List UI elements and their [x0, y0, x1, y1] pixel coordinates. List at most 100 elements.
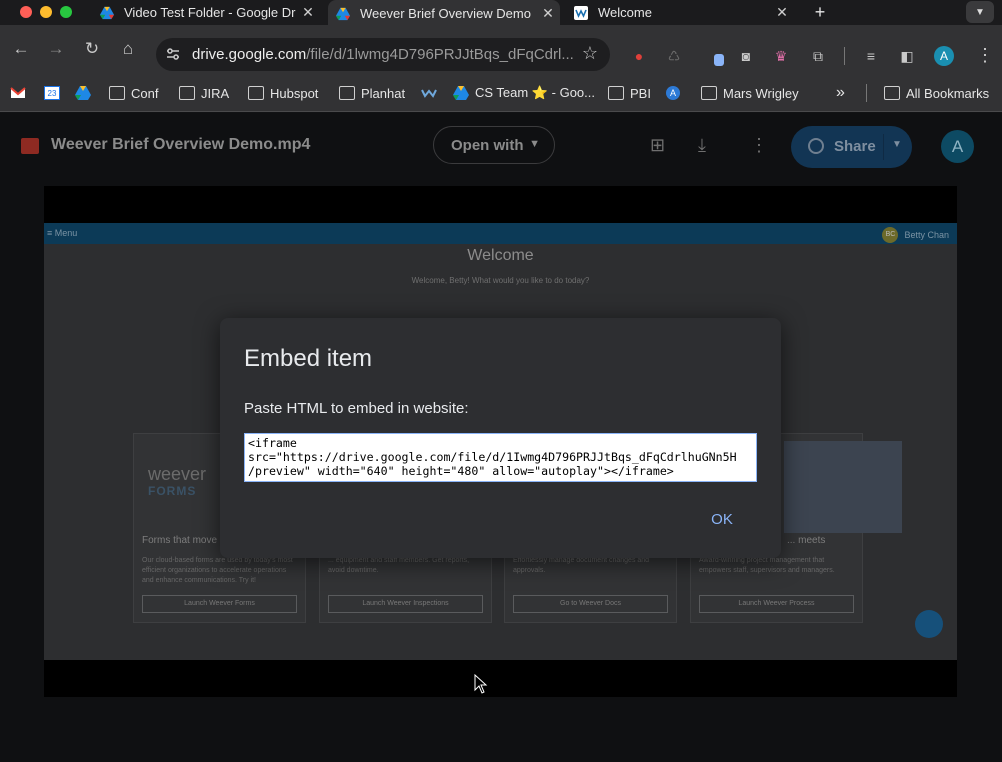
folder-icon — [248, 86, 264, 100]
profile-avatar[interactable]: A — [934, 46, 954, 66]
share-label: Share — [834, 138, 876, 155]
bookmark-folder-jira[interactable]: JIRA — [179, 84, 229, 102]
folder-icon — [884, 86, 900, 100]
extension-camera-icon[interactable]: ◙ — [737, 47, 755, 65]
calendar-icon: 23 — [44, 86, 60, 100]
site-settings-icon[interactable] — [165, 46, 181, 62]
extensions-puzzle-icon[interactable]: ⧉ — [809, 47, 827, 65]
frame-welcome-subtitle: Welcome, Betty! What would you like to d… — [411, 276, 590, 285]
open-with-label: Open with — [451, 137, 524, 154]
bookmark-star-icon[interactable]: ☆ — [582, 43, 598, 64]
bookmark-all-bookmarks[interactable]: All Bookmarks — [884, 84, 989, 102]
back-arrow-icon[interactable]: ← — [11, 39, 31, 59]
bookmark-label: Hubspot — [270, 85, 319, 101]
embed-item-dialog: Embed item Paste HTML to embed in websit… — [220, 318, 781, 558]
tab-strip: Video Test Folder - Google Dr ✕ Weever B… — [0, 0, 1002, 27]
frame-card-text: Award-winning project management that em… — [699, 557, 835, 574]
weever-icon — [574, 5, 588, 20]
bookmark-calendar[interactable]: 23 — [44, 84, 66, 102]
frame-card-button: Launch Weever Forms — [142, 595, 297, 613]
frame-help-icon — [915, 610, 943, 638]
close-tab-icon[interactable]: ✕ — [300, 4, 316, 21]
extension-recycle-icon[interactable]: ♺ — [665, 47, 683, 65]
bookmark-folder-pbi[interactable]: PBI — [608, 84, 651, 102]
bookmarks-bar: 23 Conf JIRA Hubspot Planhat CS Team ⭐ -… — [0, 74, 1002, 112]
side-panel-icon[interactable]: ◧ — [898, 47, 916, 65]
open-with-button[interactable]: Open with ▼ — [433, 126, 555, 164]
tab-weever-brief-overview[interactable]: Weever Brief Overview Demo ✕ — [328, 0, 560, 27]
video-letterbox-top — [44, 186, 957, 223]
home-icon[interactable]: ⌂ — [118, 39, 138, 59]
frame-card-title: ... meets — [787, 535, 826, 546]
extension-lips-icon[interactable]: ● — [630, 47, 648, 65]
bookmark-label: JIRA — [201, 85, 230, 101]
browser-toolbar: ← → ↻ ⌂ drive.google.com/file/d/1lwmg4D7… — [0, 25, 1002, 74]
minimize-window-button[interactable] — [40, 6, 52, 18]
caret-down-icon[interactable]: ▼ — [892, 139, 902, 150]
caret-down-icon: ▼ — [529, 138, 540, 150]
mouse-cursor-icon — [474, 674, 488, 694]
toolbar-divider — [844, 47, 845, 65]
bookmark-azure[interactable]: A — [666, 84, 686, 102]
share-button[interactable]: Share ▼ — [791, 126, 912, 168]
google-drive-icon — [75, 86, 91, 100]
address-bar[interactable]: drive.google.com/file/d/1lwmg4D796PRJJtB… — [156, 38, 610, 71]
forward-arrow-icon[interactable]: → — [46, 39, 66, 59]
frame-logo-sub: FORMS — [148, 484, 197, 498]
reading-list-icon[interactable]: ≡ — [862, 47, 880, 65]
bookmarks-overflow-button[interactable]: » — [836, 84, 845, 102]
azure-icon: A — [666, 86, 680, 100]
account-avatar[interactable]: A — [941, 130, 974, 163]
bookmark-folder-conf[interactable]: Conf — [109, 84, 158, 102]
new-tab-button[interactable]: + — [810, 2, 830, 23]
google-drive-icon — [100, 6, 114, 19]
maximize-window-button[interactable] — [60, 6, 72, 18]
bookmark-folder-hubspot[interactable]: Hubspot — [248, 84, 318, 102]
video-file-icon — [21, 138, 39, 154]
tab-title: Video Test Folder - Google Dr — [124, 5, 296, 20]
ok-button[interactable]: OK — [704, 508, 740, 532]
bookmark-folder-mars-wrigley[interactable]: Mars Wrigley — [701, 84, 799, 102]
frame-card-text: Our cloud-based forms are used by today'… — [142, 557, 293, 584]
bookmark-weever[interactable] — [421, 84, 443, 102]
frame-card-title: Forms that move — [142, 535, 218, 546]
bookmark-label: CS Team ⭐ - Goo... — [475, 85, 595, 100]
reload-icon[interactable]: ↻ — [82, 39, 102, 59]
tab-search-chevron-icon[interactable]: ▼ — [966, 1, 994, 23]
bookmark-gmail[interactable] — [10, 84, 32, 102]
extension-pen-icon[interactable] — [706, 47, 724, 66]
browser-menu-icon[interactable]: ⋮ — [976, 45, 994, 66]
close-window-button[interactable] — [20, 6, 32, 18]
frame-card-text: ... equipment and staff members. Get rep… — [328, 557, 470, 574]
close-tab-icon[interactable]: ✕ — [540, 5, 556, 22]
download-icon[interactable]: ⤓ — [698, 135, 706, 156]
frame-menu-label: ≡ Menu — [47, 228, 78, 238]
frame-logo-word: weever — [148, 464, 207, 484]
tab-video-test-folder[interactable]: Video Test Folder - Google Dr ✕ — [96, 0, 320, 25]
frame-photo — [784, 441, 902, 533]
url-text: drive.google.com/file/d/1lwmg4D796PRJJtB… — [192, 46, 576, 63]
bookmark-folder-planhat[interactable]: Planhat — [339, 84, 405, 102]
frame-welcome-title: Welcome — [467, 247, 534, 264]
add-shortcut-icon[interactable]: ⊞ — [650, 135, 665, 156]
url-host: drive.google.com — [192, 46, 307, 63]
globe-icon — [808, 138, 824, 154]
bookmark-label: Conf — [131, 85, 159, 101]
video-letterbox-bottom — [44, 660, 957, 697]
close-tab-icon[interactable]: ✕ — [774, 4, 790, 21]
frame-user-avatar: BC — [882, 227, 899, 243]
frame-user: BC Betty Chan — [882, 227, 949, 243]
weever-icon — [421, 89, 437, 98]
gmail-icon — [10, 87, 26, 98]
frame-card-button: Launch Weever Inspections — [328, 595, 483, 613]
frame-card-button: Go to Weever Docs — [513, 595, 668, 613]
tab-welcome[interactable]: Welcome ✕ — [570, 0, 794, 25]
more-actions-icon[interactable]: ⋮ — [750, 135, 768, 156]
embed-code-textbox[interactable]: <iframe src="https://drive.google.com/fi… — [244, 433, 757, 482]
bookmark-cs-team[interactable]: CS Team ⭐ - Goo... — [453, 84, 595, 102]
extension-crown-icon[interactable]: ♛ — [772, 47, 790, 65]
folder-icon — [608, 86, 624, 100]
bookmark-drive[interactable] — [75, 84, 97, 102]
folder-icon — [339, 86, 355, 100]
bookmark-label: PBI — [630, 85, 651, 101]
